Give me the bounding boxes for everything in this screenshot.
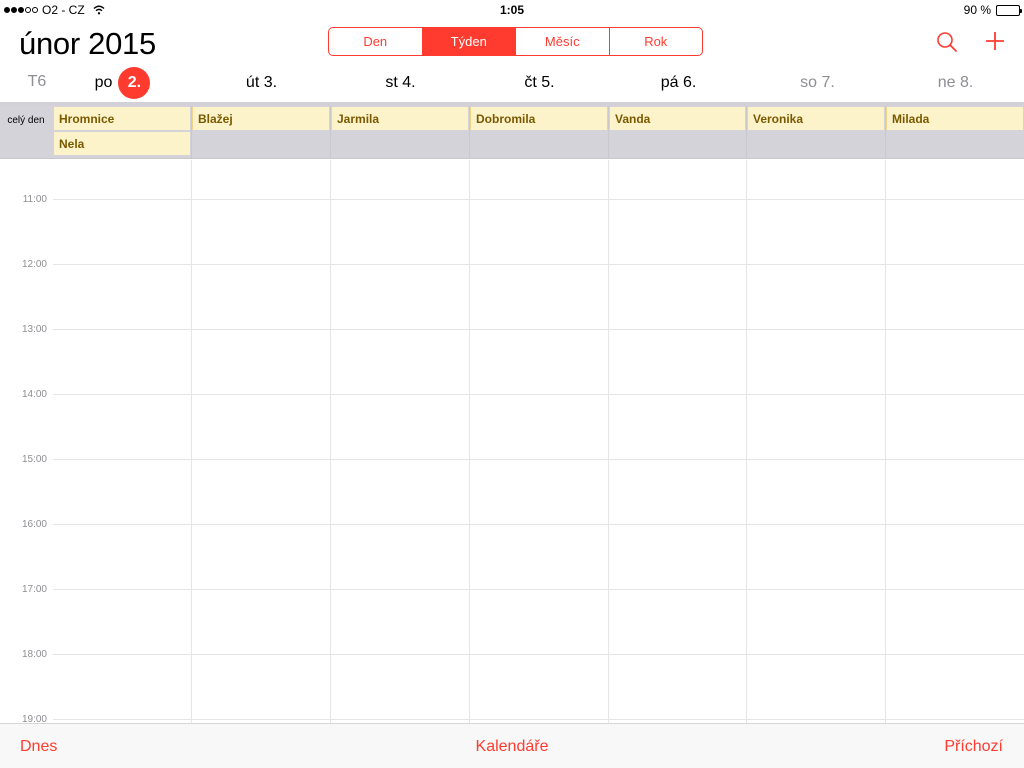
day-name: út xyxy=(245,74,260,91)
status-time: 1:05 xyxy=(499,3,525,17)
day-header-tue[interactable]: út 3. xyxy=(192,70,331,96)
hour-line xyxy=(53,394,1024,395)
column-divider xyxy=(330,160,331,723)
day-header-sat[interactable]: so 7. xyxy=(748,70,887,96)
hour-label: 13:00 xyxy=(21,324,47,335)
column-divider xyxy=(608,160,609,723)
column-divider xyxy=(469,160,470,723)
hour-line xyxy=(53,524,1024,525)
status-bar: O2 - CZ 1:05 90 % xyxy=(0,0,1024,20)
hour-line xyxy=(53,719,1024,720)
hour-line xyxy=(53,589,1024,590)
column-divider xyxy=(885,160,886,723)
all-day-label: celý den xyxy=(7,115,45,126)
bottom-toolbar: Dnes Kalendáře Příchozí xyxy=(0,723,1024,768)
today-button[interactable]: Dnes xyxy=(20,738,57,756)
all-day-event[interactable]: Hromnice xyxy=(53,107,190,130)
day-header-sun[interactable]: ne 8. xyxy=(887,70,1024,96)
hour-label: 12:00 xyxy=(21,259,47,270)
hour-label: 17:00 xyxy=(21,584,47,595)
day-name: pá xyxy=(660,74,679,91)
hour-label: 16:00 xyxy=(21,519,47,530)
hour-label: 19:00 xyxy=(21,714,47,723)
view-week-tab[interactable]: Týden xyxy=(422,28,516,55)
calendars-button-wrap: Kalendáře xyxy=(0,738,1024,756)
all-day-event[interactable]: Veronika xyxy=(747,107,884,130)
today-date-badge: 2. xyxy=(118,67,151,99)
battery-icon xyxy=(996,4,1022,16)
day-name: po xyxy=(94,74,113,91)
day-number: 8. xyxy=(959,74,974,91)
inbox-button[interactable]: Příchozí xyxy=(944,738,1003,756)
day-name: st xyxy=(385,74,398,91)
hour-line xyxy=(53,264,1024,265)
day-header-wed[interactable]: st 4. xyxy=(331,70,470,96)
hour-label: 18:00 xyxy=(21,649,47,660)
view-year-tab[interactable]: Rok xyxy=(610,28,703,55)
all-day-event[interactable]: Milada xyxy=(886,107,1023,130)
view-day-tab[interactable]: Den xyxy=(329,28,423,55)
time-grid[interactable]: 11:00 12:00 13:00 14:00 15:00 16:00 17:0… xyxy=(0,160,1024,723)
status-right: 90 % xyxy=(963,3,1022,17)
day-number: 7. xyxy=(821,74,835,91)
calendars-button[interactable]: Kalendáře xyxy=(476,738,549,755)
battery-percent: 90 % xyxy=(963,3,991,17)
hour-label: 14:00 xyxy=(21,389,47,400)
all-day-section: celý den Hromnice Nela Blažej Jarmila Do… xyxy=(0,106,1024,159)
all-day-event[interactable]: Vanda xyxy=(609,107,745,130)
column-divider xyxy=(746,160,747,723)
day-header-mon[interactable]: po 2. xyxy=(53,67,192,99)
hour-line xyxy=(53,199,1024,200)
day-header-fri[interactable]: pá 6. xyxy=(609,70,748,96)
all-day-event[interactable]: Jarmila xyxy=(331,107,468,130)
day-number: 4. xyxy=(402,74,416,91)
day-header-thu[interactable]: čt 5. xyxy=(470,70,609,96)
add-icon[interactable] xyxy=(983,29,1007,53)
hour-line xyxy=(53,459,1024,460)
search-icon[interactable] xyxy=(935,30,959,54)
day-number: 3. xyxy=(263,74,278,91)
day-name: čt xyxy=(524,74,537,91)
day-number: 5. xyxy=(541,74,555,91)
day-name: ne xyxy=(937,74,956,91)
all-day-event[interactable]: Dobromila xyxy=(470,107,607,130)
day-name: so xyxy=(800,74,818,91)
hour-label: 11:00 xyxy=(22,194,47,205)
hour-line xyxy=(53,329,1024,330)
hour-line xyxy=(53,654,1024,655)
month-title[interactable]: únor 2015 xyxy=(19,26,156,62)
hour-label: 15:00 xyxy=(21,454,47,465)
day-number: 6. xyxy=(682,74,697,91)
view-month-tab[interactable]: Měsíc xyxy=(516,28,610,55)
calendar-app: O2 - CZ 1:05 90 % únor 2015 Den Týden Mě… xyxy=(0,0,1024,768)
view-switcher: Den Týden Měsíc Rok xyxy=(328,27,703,56)
all-day-event[interactable]: Blažej xyxy=(192,107,329,130)
all-day-event[interactable]: Nela xyxy=(53,132,190,155)
column-divider xyxy=(191,160,192,723)
